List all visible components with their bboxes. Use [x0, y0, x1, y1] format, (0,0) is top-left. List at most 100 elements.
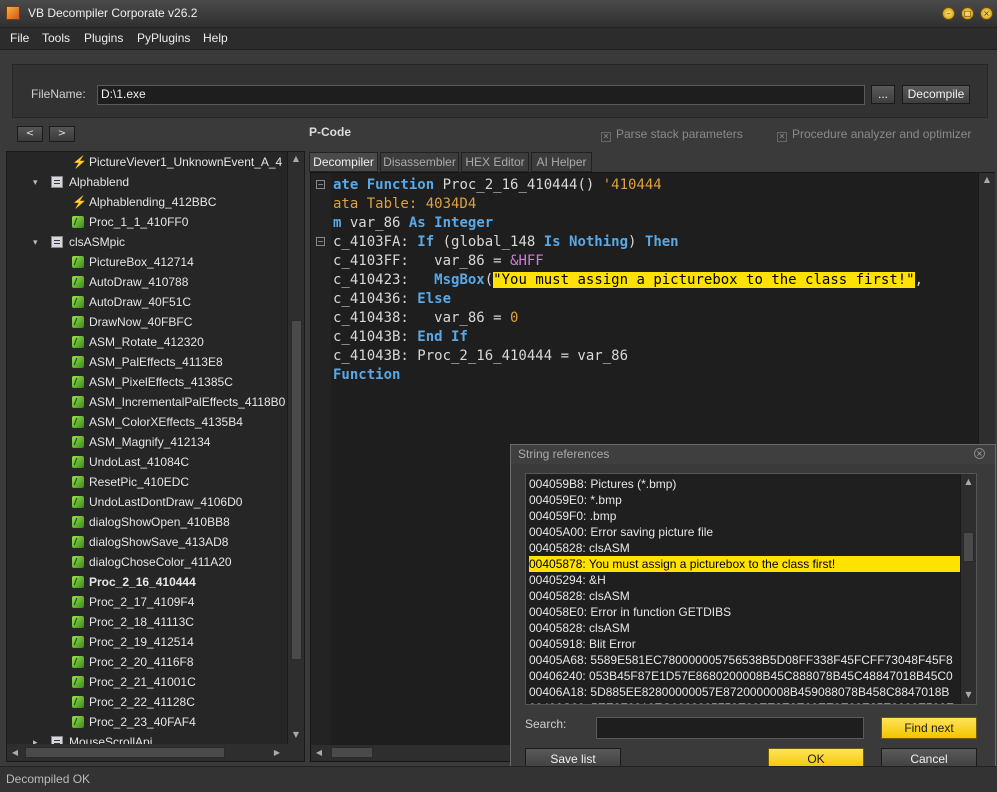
code-line: Function [333, 367, 401, 383]
string-list-item[interactable]: 00406240: 053B45F87E1D57E8680200008B45C8… [529, 668, 961, 684]
string-list-item[interactable]: 00405828: clsASM [529, 540, 961, 556]
code-keyword: Integer [434, 215, 494, 231]
code-keyword: ate Function [333, 177, 435, 193]
tree-vertical-scrollbar[interactable]: ▲ ▼ [287, 152, 304, 744]
scroll-down-icon[interactable]: ▼ [961, 690, 976, 699]
tree-item[interactable]: ASM_ColorXEffects_4135B4 [7, 412, 287, 432]
scroll-down-icon[interactable]: ▼ [288, 730, 304, 739]
tree-item[interactable]: Proc_1_1_410FF0 [7, 212, 287, 232]
scroll-up-icon[interactable]: ▲ [961, 477, 976, 486]
tree-item[interactable]: Proc_2_20_4116F8 [7, 652, 287, 672]
minimize-icon[interactable]: – [942, 7, 955, 20]
browse-button[interactable]: ... [871, 85, 895, 104]
string-list-item[interactable]: 00405828: clsASM [529, 620, 961, 636]
string-list-item[interactable]: 00405A68: 5589E581EC780000005756538B5D08… [529, 652, 961, 668]
filename-input[interactable]: D:\1.exe [97, 85, 865, 105]
forward-button[interactable]: > [49, 126, 75, 142]
scroll-up-icon[interactable]: ▲ [979, 175, 995, 184]
tree-item[interactable]: Proc_2_16_410444 [7, 572, 287, 592]
tab-hex-editor[interactable]: HEX Editor [461, 152, 529, 172]
parse-stack-checkbox[interactable]: ✕ Parse stack parameters [601, 127, 743, 142]
list-vertical-scrollbar[interactable]: ▲ ▼ [960, 474, 976, 704]
tab-ai-helper[interactable]: AI Helper [531, 152, 592, 172]
procedure-tree[interactable]: ▸ MouseScrollApi Proc_2_23_40FAF4 Proc_2_22… [6, 151, 305, 762]
tab-decompiler[interactable]: Decompiler [309, 152, 378, 172]
proc-analyzer-checkbox[interactable]: ✕ Procedure analyzer and optimizer [777, 127, 971, 142]
string-list-item[interactable]: 00405918: Blit Error [529, 636, 961, 652]
procedure-icon [72, 576, 84, 588]
string-list[interactable]: 00406C60: 5EE8F0010EC0000005750E00EE8E8E… [525, 473, 977, 705]
tree-item-label: ASM_Magnify_412134 [89, 435, 211, 449]
scroll-right-icon[interactable]: ▶ [273, 748, 281, 757]
code-text: (global_148 [434, 234, 544, 250]
code-keyword: As [408, 215, 426, 231]
tree-item[interactable]: ⚡ PictureViever1_UnknownEvent_A_4 [7, 152, 287, 172]
scroll-left-icon[interactable]: ◀ [11, 748, 19, 757]
tree-item[interactable]: ASM_Rotate_412320 [7, 332, 287, 352]
scroll-left-icon[interactable]: ◀ [315, 748, 323, 757]
collapse-icon[interactable]: ▾ [33, 172, 45, 192]
tree-item[interactable]: dialogShowSave_413AD8 [7, 532, 287, 552]
tree-item[interactable]: dialogShowOpen_410BB8 [7, 512, 287, 532]
fold-collapse-icon[interactable]: − [316, 237, 325, 246]
tree-item[interactable]: Proc_2_19_412514 [7, 632, 287, 652]
string-list-item[interactable]: 00405294: &H [529, 572, 961, 588]
string-list-item[interactable]: 00405828: clsASM [529, 588, 961, 604]
code-keyword: Then [644, 234, 679, 250]
menu-plugins[interactable]: Plugins [84, 31, 123, 45]
tree-item[interactable]: Proc_2_18_41113C [7, 612, 287, 632]
scroll-thumb[interactable] [25, 747, 225, 758]
string-list-item[interactable]: 004059B8: Pictures (*.bmp) [529, 476, 961, 492]
menu-tools[interactable]: Tools [42, 31, 70, 45]
tree-item[interactable]: AutoDraw_40F51C [7, 292, 287, 312]
tree-class-node[interactable]: ▾ Alphablend [7, 172, 287, 192]
close-icon[interactable]: × [980, 7, 993, 20]
tree-item[interactable]: ASM_Magnify_412134 [7, 432, 287, 452]
tab-disassembler[interactable]: Disassembler [380, 152, 459, 172]
tree-item[interactable]: UndoLastDontDraw_4106D0 [7, 492, 287, 512]
string-list-item[interactable]: 00406C60: 5EE8F0010EC0000005750E00EE8E8E… [529, 700, 961, 704]
code-address: c_410423: [333, 272, 435, 288]
tree-item[interactable]: ASM_IncrementalPalEffects_4118B0 [7, 392, 287, 412]
tree-horizontal-scrollbar[interactable]: ◀ ▶ [7, 744, 304, 761]
tree-item[interactable]: dialogChoseColor_411A20 [7, 552, 287, 572]
tree-item[interactable]: ResetPic_410EDC [7, 472, 287, 492]
tree-class-node[interactable]: ▾ clsASMpic [7, 232, 287, 252]
file-panel: FileName: D:\1.exe ... Decompile [12, 64, 988, 118]
tree-item[interactable]: AutoDraw_410788 [7, 272, 287, 292]
menu-pyplugins[interactable]: PyPlugins [137, 31, 190, 45]
scroll-up-icon[interactable]: ▲ [288, 154, 304, 163]
scroll-thumb[interactable] [331, 747, 373, 758]
tree-item[interactable]: DrawNow_40FBFC [7, 312, 287, 332]
tree-item[interactable]: Proc_2_22_41128C [7, 692, 287, 712]
tree-item[interactable]: ⚡ Alphablending_412BBC [7, 192, 287, 212]
code-line: c_410423: MsgBox("You must assign a pict… [333, 271, 923, 290]
menu-file[interactable]: File [10, 31, 29, 45]
string-list-item[interactable]: 004058E0: Error in function GETDIBS [529, 604, 961, 620]
procedure-icon [72, 456, 84, 468]
decompile-button[interactable]: Decompile [902, 85, 970, 104]
back-button[interactable]: < [17, 126, 43, 142]
scroll-thumb[interactable] [963, 532, 974, 562]
scroll-thumb[interactable] [291, 320, 302, 660]
tree-item[interactable]: PictureBox_412714 [7, 252, 287, 272]
collapse-icon[interactable]: ▾ [33, 232, 45, 252]
string-list-item[interactable]: 00405A00: Error saving picture file [529, 524, 961, 540]
fold-collapse-icon[interactable]: − [316, 180, 325, 189]
string-list-item[interactable]: 004059E0: *.bmp [529, 492, 961, 508]
string-list-item[interactable]: 00405878: You must assign a picturebox t… [529, 556, 961, 572]
tree-item[interactable]: Proc_2_17_4109F4 [7, 592, 287, 612]
tree-item[interactable]: ASM_PalEffects_4113E8 [7, 352, 287, 372]
close-icon[interactable]: × [974, 448, 985, 459]
search-input[interactable] [596, 717, 864, 739]
string-list-item[interactable]: 00406A18: 5D885EE82800000057E8720000008B… [529, 684, 961, 700]
maximize-icon[interactable]: □ [961, 7, 974, 20]
menu-help[interactable]: Help [203, 31, 228, 45]
tree-item[interactable]: UndoLast_41084C [7, 452, 287, 472]
tree-item[interactable]: ASM_PixelEffects_41385C [7, 372, 287, 392]
tree-item[interactable]: Proc_2_21_41001C [7, 672, 287, 692]
tree-item[interactable]: Proc_2_23_40FAF4 [7, 712, 287, 732]
find-next-button[interactable]: Find next [881, 717, 977, 739]
menu-bar: File Tools Plugins PyPlugins Help [0, 28, 997, 50]
string-list-item[interactable]: 004059F0: .bmp [529, 508, 961, 524]
